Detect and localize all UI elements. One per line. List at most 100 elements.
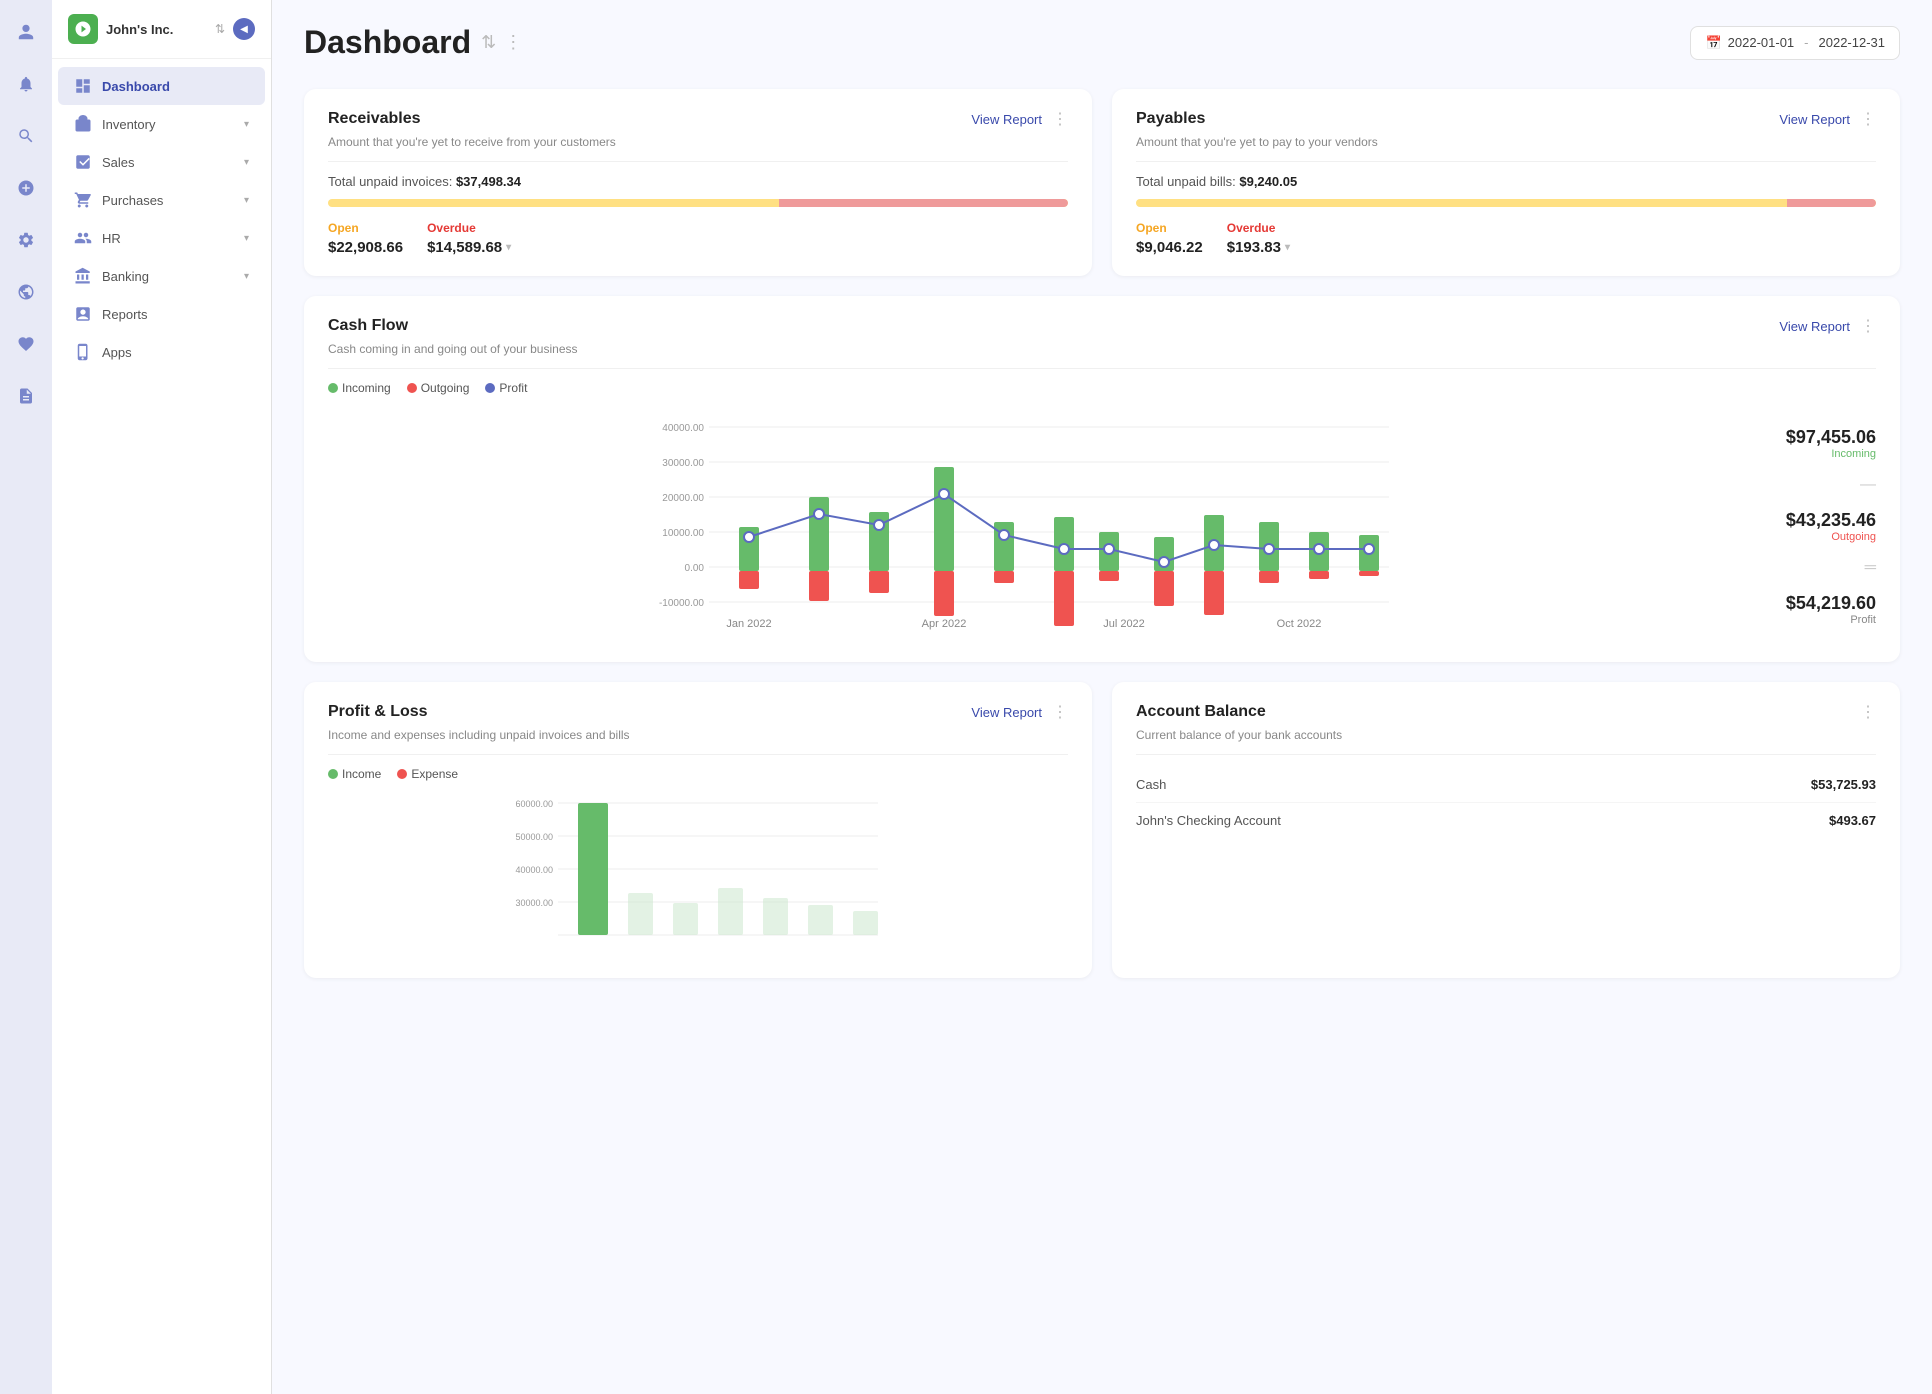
pl-subtitle: Income and expenses including unpaid inv… (328, 728, 1068, 742)
svg-text:Oct 2022: Oct 2022 (1277, 618, 1322, 630)
cash-flow-actions: View Report ⋮ (1779, 316, 1876, 336)
sidebar-item-purchases[interactable]: Purchases ▾ (58, 181, 265, 219)
page-title: Dashboard (304, 24, 471, 61)
svg-text:30000.00: 30000.00 (662, 458, 704, 469)
receivables-overdue: Overdue $14,589.68 ▾ (427, 221, 511, 256)
receivables-subtitle: Amount that you're yet to receive from y… (328, 135, 1068, 149)
pl-header: Profit & Loss View Report ⋮ (328, 702, 1068, 722)
chevron-down-icon: ▾ (244, 157, 249, 168)
ab-header: Account Balance ⋮ (1136, 702, 1876, 722)
payables-subtitle: Amount that you're yet to pay to your ve… (1136, 135, 1876, 149)
outgoing-label: Outgoing (1746, 531, 1876, 543)
sidebar-item-dashboard[interactable]: Dashboard (58, 67, 265, 105)
bottom-cards: Profit & Loss View Report ⋮ Income and e… (304, 682, 1900, 978)
chart-side-stats: $97,455.06 Incoming — $43,235.46 Outgoin… (1746, 381, 1876, 642)
payables-menu[interactable]: ⋮ (1860, 109, 1876, 129)
sort-icon[interactable]: ⇅ (481, 32, 496, 53)
add-icon[interactable] (10, 172, 42, 204)
bell-icon[interactable] (10, 68, 42, 100)
heart-icon[interactable] (10, 328, 42, 360)
svg-text:30000.00: 30000.00 (515, 898, 553, 908)
account-row-cash: Cash $53,725.93 (1136, 767, 1876, 803)
svg-text:Jan 2022: Jan 2022 (726, 618, 771, 630)
nav-label-dashboard: Dashboard (102, 79, 249, 94)
receivables-view-report[interactable]: View Report (971, 112, 1042, 127)
outgoing-dot (407, 383, 417, 393)
company-switcher[interactable]: ⇅ (215, 22, 225, 36)
income-dot (328, 769, 338, 779)
sidebar-item-apps[interactable]: Apps (58, 333, 265, 371)
more-options-icon[interactable]: ⋮ (504, 32, 522, 53)
main-content: Dashboard ⇅ ⋮ 📅 2022-01-01 - 2022-12-31 … (272, 0, 1932, 1394)
pl-view-report[interactable]: View Report (971, 705, 1042, 720)
account-amount-checking: $493.67 (1829, 813, 1876, 828)
ab-menu[interactable]: ⋮ (1860, 702, 1876, 722)
legend-profit: Profit (485, 381, 527, 395)
ab-subtitle: Current balance of your bank accounts (1136, 728, 1876, 742)
ab-actions: ⋮ (1860, 702, 1876, 722)
cash-flow-header: Cash Flow View Report ⋮ (328, 316, 1876, 336)
payables-open-amount: $9,046.22 (1136, 239, 1203, 256)
payables-overdue-amount: $193.83 ▾ (1227, 239, 1290, 256)
payables-header: Payables View Report ⋮ (1136, 109, 1876, 129)
document-icon[interactable] (10, 380, 42, 412)
sidebar-item-sales[interactable]: Sales ▾ (58, 143, 265, 181)
svg-text:-10000.00: -10000.00 (659, 598, 704, 609)
stat-divider-1: — (1746, 476, 1876, 494)
payables-progress (1136, 199, 1876, 207)
person-icon[interactable] (10, 16, 42, 48)
overdue-dropdown-icon[interactable]: ▾ (506, 242, 511, 253)
cash-flow-menu[interactable]: ⋮ (1860, 316, 1876, 336)
svg-text:0.00: 0.00 (685, 563, 705, 574)
account-row-checking: John's Checking Account $493.67 (1136, 803, 1876, 838)
sidebar-item-hr[interactable]: HR ▾ (58, 219, 265, 257)
sidebar-item-banking[interactable]: Banking ▾ (58, 257, 265, 295)
pl-menu[interactable]: ⋮ (1052, 702, 1068, 722)
settings-icon[interactable] (10, 224, 42, 256)
pl-actions: View Report ⋮ (971, 702, 1068, 722)
svg-text:Apr 2022: Apr 2022 (922, 618, 967, 630)
payables-view-report[interactable]: View Report (1779, 112, 1850, 127)
sidebar-item-inventory[interactable]: Inventory ▾ (58, 105, 265, 143)
top-cards-row: Receivables View Report ⋮ Amount that yo… (304, 89, 1900, 276)
legend-outgoing: Outgoing (407, 381, 470, 395)
receivables-open-amount: $22,908.66 (328, 239, 403, 256)
pl-title: Profit & Loss (328, 703, 428, 721)
payables-breakdown: Open $9,046.22 Overdue $193.83 ▾ (1136, 221, 1876, 256)
globe-icon[interactable] (10, 276, 42, 308)
receivables-header: Receivables View Report ⋮ (328, 109, 1068, 129)
svg-text:20000.00: 20000.00 (662, 493, 704, 504)
payables-actions: View Report ⋮ (1779, 109, 1876, 129)
expense-dot (397, 769, 407, 779)
chevron-down-icon: ▾ (244, 233, 249, 244)
sidebar-item-reports[interactable]: Reports (58, 295, 265, 333)
main-header: Dashboard ⇅ ⋮ 📅 2022-01-01 - 2022-12-31 (304, 24, 1900, 61)
nav-label-banking: Banking (102, 269, 234, 284)
search-icon[interactable] (10, 120, 42, 152)
receivables-overdue-amount: $14,589.68 ▾ (427, 239, 511, 256)
nav-label-inventory: Inventory (102, 117, 234, 132)
profit-value: $54,219.60 (1746, 593, 1876, 614)
cash-flow-chart: 40000.00 30000.00 20000.00 10000.00 0.00… (328, 407, 1730, 637)
title-controls[interactable]: ⇅ ⋮ (481, 32, 522, 53)
pl-chart: 60000.00 50000.00 40000.00 30000.00 (328, 793, 1068, 953)
profit-dot (485, 383, 495, 393)
chevron-down-icon: ▾ (244, 271, 249, 282)
payables-title: Payables (1136, 110, 1205, 128)
profit-loss-card: Profit & Loss View Report ⋮ Income and e… (304, 682, 1092, 978)
receivables-breakdown: Open $22,908.66 Overdue $14,589.68 ▾ (328, 221, 1068, 256)
cash-flow-view-report[interactable]: View Report (1779, 319, 1850, 334)
incoming-dot (328, 383, 338, 393)
date-range-picker[interactable]: 📅 2022-01-01 - 2022-12-31 (1690, 26, 1900, 60)
receivables-menu[interactable]: ⋮ (1052, 109, 1068, 129)
expand-button[interactable]: ◀ (233, 18, 255, 40)
receivables-open: Open $22,908.66 (328, 221, 403, 256)
cash-flow-subtitle: Cash coming in and going out of your bus… (328, 342, 1876, 356)
nav-label-purchases: Purchases (102, 193, 234, 208)
date-start: 2022-01-01 (1728, 35, 1795, 50)
chart-legend: Incoming Outgoing Profit (328, 381, 1730, 395)
sidebar-header: John's Inc. ⇅ ◀ (52, 0, 271, 59)
payables-overdue-bar (1787, 199, 1876, 207)
overdue-dropdown-icon[interactable]: ▾ (1285, 242, 1290, 253)
outgoing-stat: $43,235.46 Outgoing (1746, 510, 1876, 543)
